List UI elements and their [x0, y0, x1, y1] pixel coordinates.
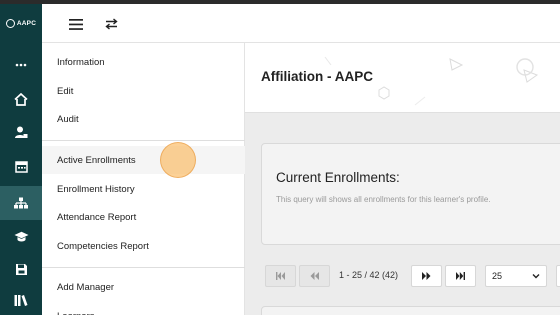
enrollments-table-card	[261, 306, 560, 315]
top-header	[42, 4, 560, 43]
menu-item-add-manager[interactable]: Add Manager	[42, 273, 245, 301]
org-chart-icon[interactable]	[0, 186, 42, 220]
library-icon[interactable]	[0, 285, 42, 315]
menu-divider	[42, 267, 245, 268]
click-indicator	[160, 142, 196, 178]
calendar-icon[interactable]	[0, 151, 42, 181]
logo-text: AAPC	[16, 19, 37, 27]
menu-item-attendance-report[interactable]: Attendance Report	[42, 203, 245, 231]
left-rail: AAPC	[0, 4, 42, 315]
hamburger-icon[interactable]	[66, 14, 86, 34]
app-logo[interactable]: AAPC	[0, 10, 42, 36]
card-description: This query will shows all enrollments fo…	[276, 195, 491, 204]
more-icon[interactable]	[0, 50, 42, 80]
graduation-cap-icon[interactable]	[0, 222, 42, 252]
logo-ring-icon	[5, 18, 15, 28]
next-page-icon[interactable]	[411, 265, 442, 287]
menu-item-information[interactable]: Information	[42, 48, 245, 76]
learner-icon[interactable]	[0, 117, 42, 147]
main-content: Affiliation - AAPC Current Enrollments: …	[245, 43, 560, 315]
menu-item-learners[interactable]: Learners	[42, 302, 245, 315]
menu-item-audit[interactable]: Audit	[42, 105, 245, 133]
previous-page-icon[interactable]	[299, 265, 330, 287]
first-page-icon[interactable]	[265, 265, 296, 287]
menu-item-edit[interactable]: Edit	[42, 77, 245, 105]
menu-divider	[42, 140, 245, 141]
menu-item-active-enrollments[interactable]: Active Enrollments	[42, 146, 245, 174]
swap-arrows-icon[interactable]	[101, 14, 121, 34]
learner-submenu: Information Edit Audit Active Enrollment…	[42, 43, 245, 315]
pager-extra-control[interactable]	[556, 265, 560, 287]
page-range-text: 1 - 25 / 42 (42)	[339, 270, 399, 280]
current-enrollments-card: Current Enrollments: This query will sho…	[261, 143, 560, 245]
save-icon[interactable]	[0, 254, 42, 284]
background-pattern-icon	[324, 56, 539, 106]
menu-item-enrollment-history[interactable]: Enrollment History	[42, 175, 245, 203]
menu-item-competencies-report[interactable]: Competencies Report	[42, 232, 245, 260]
home-icon[interactable]	[0, 84, 42, 114]
page-size-value: 25	[492, 271, 503, 281]
page-header: Affiliation - AAPC	[245, 43, 560, 113]
page-size-select[interactable]: 25	[485, 265, 547, 287]
chevron-down-icon	[532, 274, 540, 279]
card-heading: Current Enrollments:	[276, 170, 400, 185]
last-page-icon[interactable]	[445, 265, 476, 287]
